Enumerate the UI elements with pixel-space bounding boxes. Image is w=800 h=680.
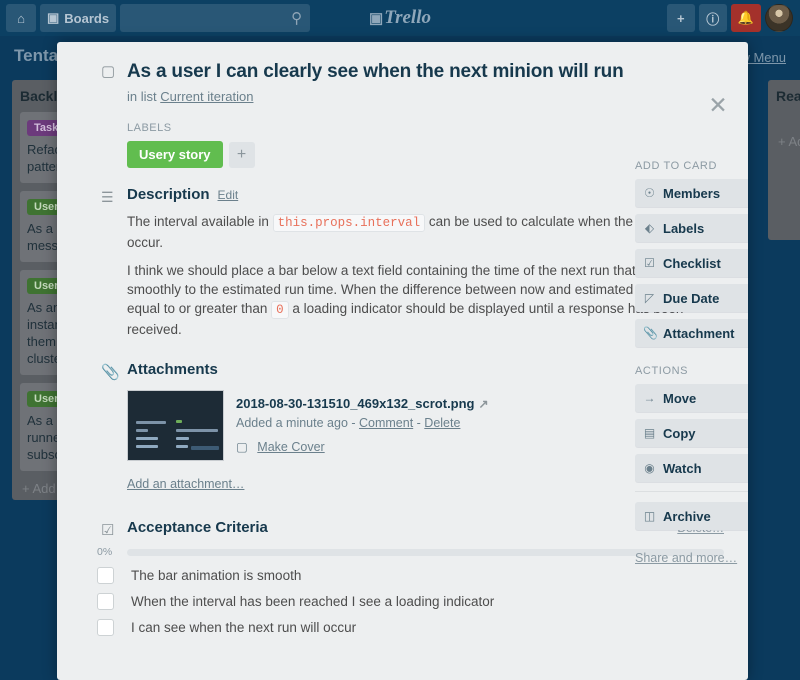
share-and-more-link[interactable]: Share and more… [635,551,737,565]
board-title: Tenta [14,46,59,65]
sidebar-item-label: Checklist [663,255,721,271]
list-link[interactable]: Current iteration [160,89,253,104]
trello-logo-text: Trello [384,7,431,28]
sidebar-item-label: Move [663,390,697,406]
checkbox[interactable] [97,593,114,610]
make-cover-row: ▢ Make Cover [236,439,489,454]
sidebar-item-label: Due Date [663,290,720,306]
checklist-item[interactable]: I can see when the next run will occur [97,619,724,636]
checklist-icon: ☑ [644,256,655,270]
actions-heading: ACTIONS [635,365,689,377]
attachment-name[interactable]: 2018-08-30-131510_469x132_scrot.png ↗ [236,396,489,411]
trello-logo-mark: ▣ [369,11,384,27]
make-cover-link[interactable]: Make Cover [257,440,324,454]
sidebar-item-label: Archive [663,508,711,524]
close-icon[interactable]: ✕ [706,94,730,118]
attachment-delete-link[interactable]: Delete [424,416,460,430]
attachment-thumbnail[interactable] [127,390,224,461]
in-list-prefix: in list [127,89,157,104]
checklist-heading: Acceptance Criteria [127,519,268,536]
info-icon[interactable]: ⓘ [698,4,727,32]
description-section: ☰ Description Edit The interval availabl… [81,186,724,339]
checklist-item[interactable]: The bar animation is smooth [97,567,724,584]
sidebar-item-archive[interactable]: ◫ Archive [635,502,748,530]
labels-section: LABELS Usery story + [81,122,724,168]
arrow-right-icon: → [643,391,656,405]
bell-icon[interactable]: 🔔 [730,4,761,32]
sidebar-item-watch[interactable]: ◉ Watch [635,454,748,482]
sidebar-item-label: Labels [663,220,705,236]
page-title: As a user I can clearly see when the nex… [127,61,624,82]
person-icon: ☉ [644,186,655,200]
desc-text-before: The interval available in [127,214,273,229]
clock-icon: ◸ [644,291,655,305]
description-icon: ☰ [101,189,114,205]
search-icon: ⚲ [291,10,303,27]
sidebar-item-label: Members [663,185,721,201]
description-heading: Description [127,186,210,203]
copy-icon: ▤ [643,426,656,440]
sidebar-item-label: Attachment [663,325,735,341]
labels-heading: LABELS [127,122,172,134]
top-bar-right: + ⓘ 🔔 [665,4,796,32]
sidebar-item-checklist[interactable]: ☑ Checklist [635,249,748,277]
attachment-actions: Added a minute ago - Comment - Delete [236,416,461,430]
add-card-button[interactable]: + Ad [776,132,800,151]
plus-icon[interactable]: + [666,4,695,32]
attachment-comment-link[interactable]: Comment [359,416,413,430]
paperclip-icon: 📎 [101,364,120,381]
attachment-added: Added a minute ago [236,416,348,430]
sidebar-item-label: Watch [663,460,702,476]
sidebar-item-copy[interactable]: ▤ Copy [635,419,748,447]
global-top-bar: ⌂ ▣ Boards ⚲ ▣Trello + ⓘ 🔔 [0,0,800,36]
checkbox[interactable] [97,619,114,636]
card-in-list: in list Current iteration [127,89,724,104]
card-header: ▢ As a user I can clearly see when the n… [81,60,724,104]
checklist-item-label: When the interval has been reached I see… [131,594,495,609]
card-sidebar: ADD TO CARD ☉ Members ⬖ Labels ☑ Checkli… [635,160,748,567]
attachment-filename: 2018-08-30-131510_469x132_scrot.png [236,396,475,411]
checklist-progress: 0% [97,546,724,558]
sidebar-item-members[interactable]: ☉ Members [635,179,748,207]
inline-code: 0 [271,301,289,319]
card-icon: ▢ [101,63,116,80]
cover-icon: ▢ [236,440,248,454]
search-input[interactable]: ⚲ [120,4,311,32]
avatar[interactable] [765,4,793,32]
add-attachment-link[interactable]: Add an attachment… [127,477,244,491]
external-link-icon[interactable]: ↗ [479,397,489,411]
attachments-section: 📎 Attachments 2018-08-30-131510_469x132_… [81,361,724,493]
boards-button[interactable]: ▣ Boards [40,4,117,32]
plus-icon[interactable]: + [228,141,255,168]
add-to-card-heading: ADD TO CARD [635,160,717,172]
checklist-item-label: The bar animation is smooth [131,568,302,583]
divider [635,491,748,492]
sidebar-item-due-date[interactable]: ◸ Due Date [635,284,748,312]
checklist-item[interactable]: When the interval has been reached I see… [97,593,724,610]
attachment-meta: 2018-08-30-131510_469x132_scrot.png ↗ Add… [224,390,489,461]
home-icon[interactable]: ⌂ [6,4,36,32]
sidebar-item-label: Copy [663,425,696,441]
edit-description-link[interactable]: Edit [218,188,239,202]
checklist-item-label: I can see when the next run will occur [131,620,357,635]
status-badge[interactable]: Usery story [127,141,223,168]
inline-code: this.props.interval [272,214,426,232]
board-list-ready: Read + Ad [768,80,800,240]
checkbox[interactable] [97,567,114,584]
card-detail-modal: ▢ As a user I can clearly see when the n… [57,42,748,680]
checklist-section: ☑ Acceptance Criteria Delete… 0% The bar… [81,519,724,636]
boards-icon: ▣ [47,10,60,25]
list-title: Read [776,88,800,104]
eye-icon: ◉ [644,461,655,475]
paperclip-icon: 📎 [643,326,658,340]
sidebar-item-move[interactable]: → Move [635,384,748,412]
archive-icon: ◫ [643,509,656,523]
checklist-icon: ☑ [101,522,115,539]
sidebar-item-labels[interactable]: ⬖ Labels [635,214,748,242]
progress-percent: 0% [97,546,113,558]
tag-icon: ⬖ [644,221,655,235]
sidebar-item-attachment[interactable]: 📎 Attachment [635,319,748,347]
boards-label: Boards [64,10,110,26]
